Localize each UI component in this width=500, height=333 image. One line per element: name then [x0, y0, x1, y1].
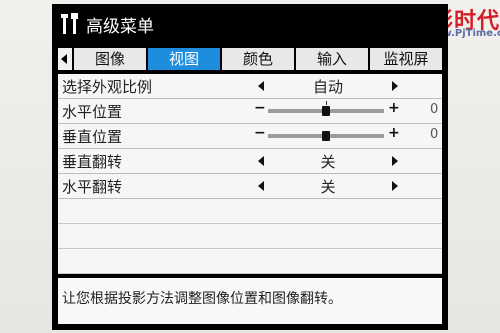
minus-icon[interactable]: −	[254, 125, 266, 141]
slider-knob[interactable]	[322, 131, 330, 141]
empty-row	[58, 199, 442, 224]
horizontal-flip-row[interactable]: 水平翻转 关	[58, 174, 442, 199]
slider-value: 0	[430, 127, 439, 142]
osd-menu-window: 高级菜单 图像 视图 颜色 输入 监视屏 选择外观比例 自动 水平位置 − + …	[52, 4, 448, 330]
help-text: 让您根据投影方法调整图像位置和图像翻转。	[62, 291, 342, 307]
slider-value: 0	[430, 102, 439, 117]
help-panel: 让您根据投影方法调整图像位置和图像翻转。	[58, 278, 442, 324]
empty-row	[58, 249, 442, 274]
row-value: 关	[320, 153, 336, 171]
slider-knob[interactable]	[322, 106, 330, 116]
right-arrow-icon[interactable]	[392, 81, 398, 91]
tab-input[interactable]: 输入	[296, 48, 368, 70]
row-value: 自动	[312, 78, 343, 96]
right-arrow-icon[interactable]	[392, 156, 398, 166]
vertical-position-row[interactable]: 垂直位置 − + 0	[58, 124, 442, 149]
tab-scroll-left-button[interactable]	[58, 48, 72, 70]
right-arrow-icon[interactable]	[392, 181, 398, 191]
aspect-ratio-row[interactable]: 选择外观比例 自动	[58, 74, 442, 99]
tab-monitor[interactable]: 监视屏	[370, 48, 442, 70]
settings-list: 选择外观比例 自动 水平位置 − + 0 垂直位置 − + 0 垂直翻转 关 水…	[58, 74, 442, 274]
tab-bar: 图像 视图 颜色 输入 监视屏	[58, 46, 442, 72]
row-label: 垂直位置	[62, 128, 123, 146]
empty-row	[58, 224, 442, 249]
row-label: 垂直翻转	[62, 153, 123, 171]
menu-title: 高级菜单	[86, 17, 154, 37]
row-label: 选择外观比例	[62, 78, 153, 96]
row-label: 水平位置	[62, 103, 123, 121]
row-label: 水平翻转	[62, 178, 123, 196]
tab-color[interactable]: 颜色	[222, 48, 294, 70]
title-bar: 高级菜单	[52, 4, 448, 44]
wrench-screwdriver-icon	[61, 13, 78, 34]
plus-icon[interactable]: +	[388, 125, 400, 141]
minus-icon[interactable]: −	[254, 100, 266, 116]
vertical-flip-row[interactable]: 垂直翻转 关	[58, 149, 442, 174]
slider-center-tick	[326, 101, 327, 105]
horizontal-position-row[interactable]: 水平位置 − + 0	[58, 99, 442, 124]
plus-icon[interactable]: +	[388, 100, 400, 116]
tab-image[interactable]: 图像	[74, 48, 146, 70]
tab-view[interactable]: 视图	[148, 48, 220, 70]
row-value: 关	[320, 178, 336, 196]
